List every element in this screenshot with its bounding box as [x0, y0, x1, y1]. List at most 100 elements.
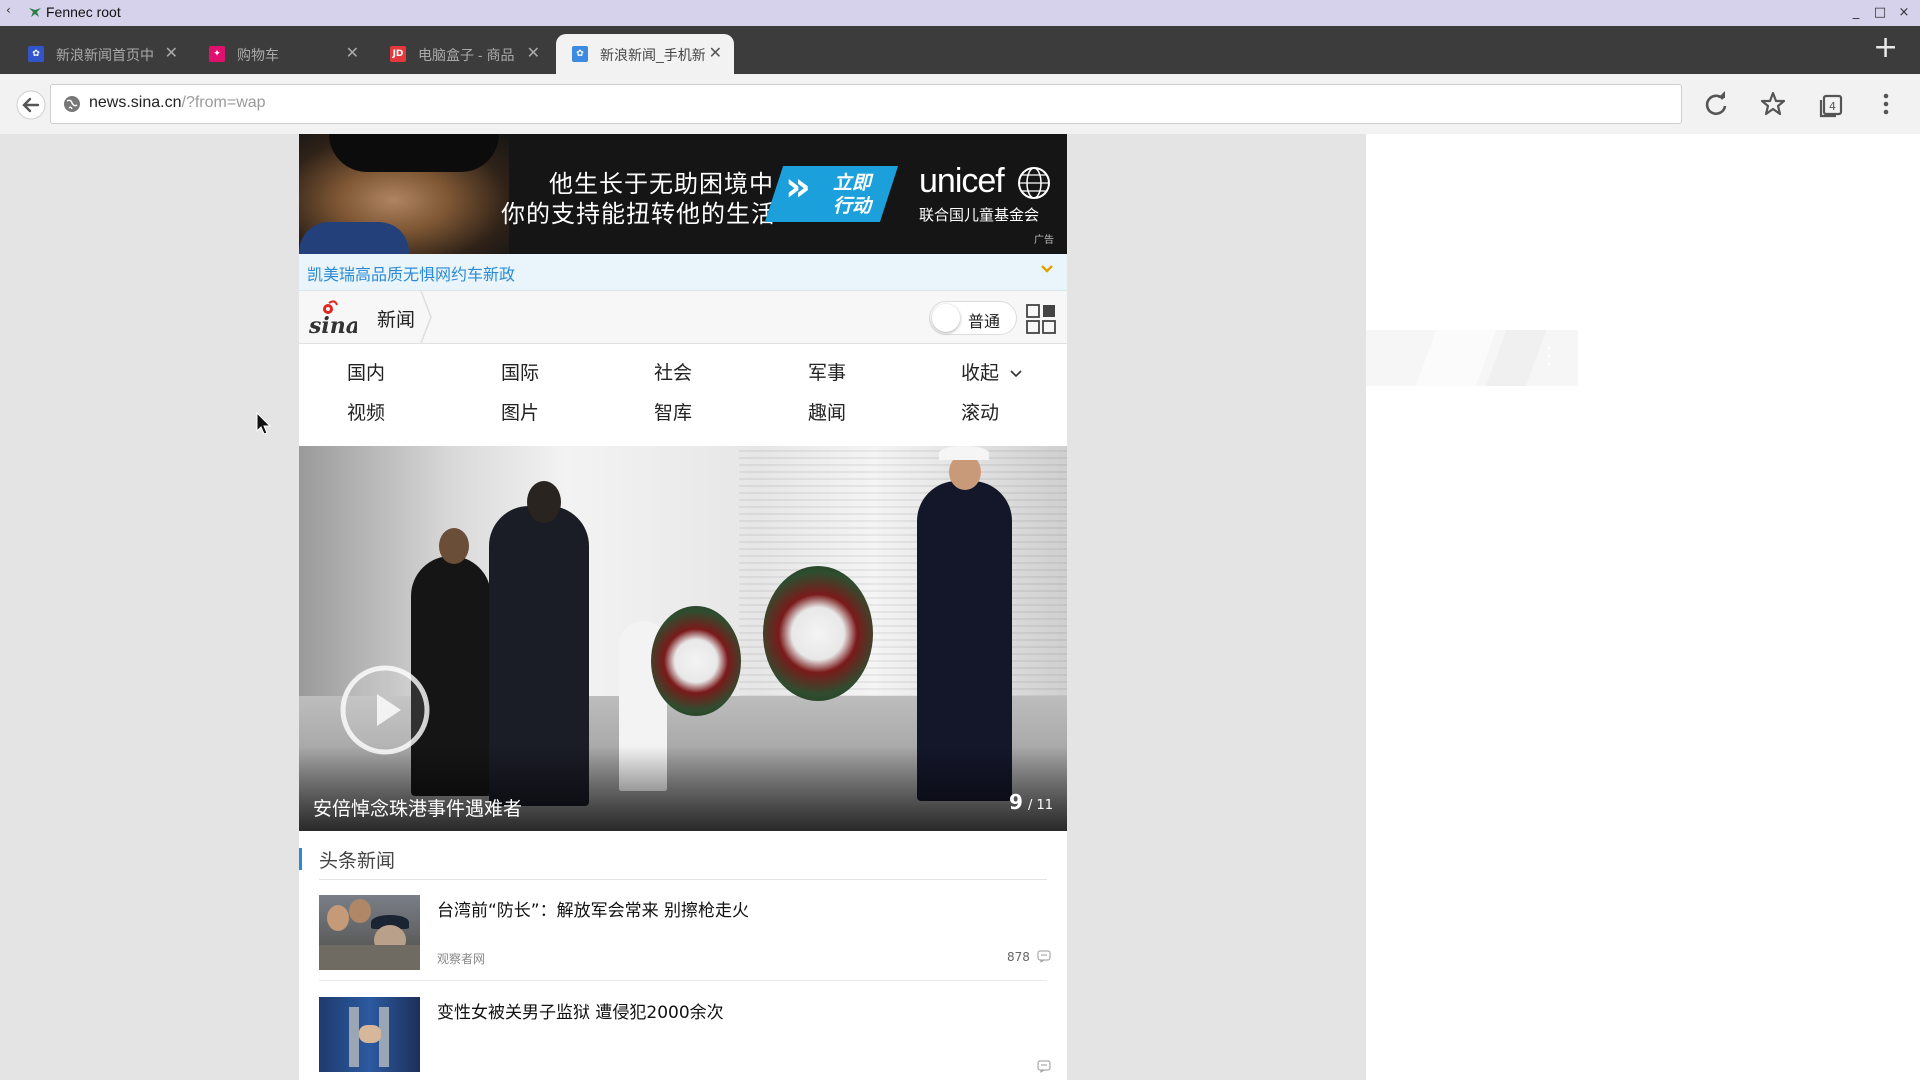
mouse-cursor-icon	[256, 412, 272, 435]
sina-news-icon: ✿	[572, 46, 588, 62]
right-blank-pane: · · ·	[1366, 134, 1920, 1080]
mode-label: 普通	[968, 312, 1001, 331]
news-title[interactable]: 变性女被关男子监狱 遭侵犯2000余次	[437, 998, 724, 1023]
bookmark-star-icon[interactable]	[1757, 88, 1789, 120]
news-thumbnail[interactable]	[319, 997, 420, 1072]
ad-cta-button[interactable]: 立即 行动	[833, 172, 871, 218]
toggle-knob	[932, 304, 960, 332]
window-title: Fennec root	[46, 4, 121, 20]
section-divider	[319, 879, 1047, 880]
unicef-wordmark: unicef	[919, 162, 1005, 200]
nav-item-domestic[interactable]: 国内	[347, 358, 385, 385]
section-accent-bar	[299, 848, 302, 870]
slide-counter: 9 / 11	[1009, 790, 1053, 814]
unicef-ad-banner[interactable]: 他生长于无助困境中 你的支持能扭转他的生活 » 立即 行动 unicef 联合国…	[299, 134, 1067, 254]
tab-count: 4	[1829, 100, 1836, 113]
browser-toolbar: news.sina.cn/?from=wap 4	[0, 74, 1920, 135]
nav-item-photos[interactable]: 图片	[501, 398, 539, 425]
sina-news-icon: ✿	[28, 46, 44, 62]
tab-label: 新浪新闻首页中	[56, 47, 154, 63]
comment-icon[interactable]	[1037, 1060, 1051, 1073]
sina-logo-icon[interactable]: sina	[307, 299, 357, 339]
ghost-overlay-panel: · · ·	[1366, 330, 1578, 386]
hero-slideshow[interactable]: 安倍悼念珠港事件遇难者 9 / 11	[299, 446, 1067, 831]
news-thumbnail[interactable]	[319, 895, 420, 970]
hero-wreath-1	[651, 606, 741, 716]
back-arrow-icon[interactable]	[16, 90, 46, 120]
channel-title: 新闻	[377, 309, 416, 331]
ad-label: 广告	[1034, 235, 1054, 246]
ghost-more-icon: · · ·	[1546, 336, 1553, 376]
nav-item-military[interactable]: 军事	[808, 358, 846, 385]
chevron-down-icon	[1010, 369, 1022, 377]
minimize-button[interactable]: _	[1846, 4, 1866, 22]
tab-sina-home[interactable]: ✿ 新浪新闻首页中 ✕	[12, 34, 190, 74]
fennec-app-icon	[29, 8, 41, 17]
ad-photo-coat	[299, 222, 409, 254]
nav-item-thinktank[interactable]: 智库	[654, 398, 692, 425]
hero-wreath-2	[763, 566, 873, 701]
tab-label: 电脑盒子 - 商品	[418, 47, 515, 63]
page-viewport[interactable]: · · · 他生长于无助困境中 你的支持能扭转他的生活 » 立即 行动 unicef…	[0, 134, 1920, 1080]
tabs-counter-icon[interactable]: 4	[1814, 88, 1846, 120]
nav-item-oddities[interactable]: 趣闻	[808, 398, 846, 425]
news-divider	[319, 980, 1047, 981]
mode-toggle[interactable]: 普通	[929, 301, 1017, 335]
slide-total: / 11	[1028, 798, 1054, 813]
hero-figure-2-head	[527, 481, 561, 523]
globe-icon	[64, 96, 80, 112]
nav-item-international[interactable]: 国际	[501, 358, 539, 385]
address-bar[interactable]: news.sina.cn/?from=wap	[50, 84, 1682, 124]
ad-chevrons-icon: »	[785, 164, 811, 210]
reload-icon[interactable]	[1700, 88, 1732, 120]
window-close-button[interactable]: ×	[1894, 4, 1914, 22]
headlines-section-header: 头条新闻	[299, 842, 1067, 882]
tab-close-icon[interactable]: ✕	[165, 43, 178, 62]
new-tab-button[interactable]: +	[1873, 33, 1898, 63]
tab-close-icon[interactable]: ✕	[346, 43, 359, 62]
ad-line-2: 你的支持能扭转他的生活	[501, 200, 776, 228]
hero-figure-1-head	[439, 528, 469, 564]
tab-strip: ✿ 新浪新闻首页中 ✕ ✦ 购物车 ✕ JD 电脑盒子 - 商品 ✕ ✿ 新浪新…	[0, 26, 1920, 74]
nav-item-rolling[interactable]: 滚动	[961, 398, 999, 425]
channel-nav: 国内 国际 社会 军事 收起 视频 图片 智库 趣闻 滚动	[299, 344, 1067, 430]
tab-jd-product[interactable]: JD 电脑盒子 - 商品 ✕	[374, 34, 552, 74]
jd-icon: JD	[390, 46, 406, 62]
site-header: sina 新闻 普通	[299, 291, 1067, 344]
news-title[interactable]: 台湾前“防长”：解放军会常来 别擦枪走火	[437, 896, 749, 921]
unicef-chinese-name: 联合国儿童基金会	[919, 206, 1040, 224]
tab-close-icon[interactable]: ✕	[709, 43, 722, 62]
nav-item-video[interactable]: 视频	[347, 398, 385, 425]
notice-bar[interactable]: 凯美瑞高品质无惧网约车新政	[299, 254, 1067, 291]
unicef-globe-icon	[1018, 167, 1050, 199]
nav-item-society[interactable]: 社会	[654, 358, 692, 385]
tab-label: 购物车	[237, 47, 279, 63]
nav-collapse-label: 收起	[961, 362, 1000, 384]
os-title-bar: ‹ Fennec root _ □ ×	[0, 0, 1920, 26]
ad-photo-hat	[329, 134, 499, 172]
nav-collapse-toggle[interactable]: 收起	[961, 358, 1023, 385]
os-back-icon[interactable]: ‹	[6, 3, 11, 17]
url-text[interactable]: news.sina.cn/?from=wap	[89, 94, 266, 112]
svg-text:sina: sina	[308, 313, 357, 339]
play-icon[interactable]	[339, 664, 431, 756]
tab-label: 新浪新闻_手机新浪	[600, 47, 705, 63]
hero-guard-cap	[939, 446, 989, 460]
chevron-down-icon[interactable]	[1039, 261, 1055, 277]
news-item[interactable]: 变性女被关男子监狱 遭侵犯2000余次	[319, 984, 1051, 1080]
tab-sina-news-mobile[interactable]: ✿ 新浪新闻_手机新浪 ✕	[556, 34, 734, 74]
ad-cta-line-1: 立即	[833, 172, 872, 194]
tab-shopping-cart[interactable]: ✦ 购物车 ✕	[193, 34, 371, 74]
cart-site-icon: ✦	[209, 46, 225, 62]
mobile-page-content: 他生长于无助困境中 你的支持能扭转他的生活 » 立即 行动 unicef 联合国…	[299, 134, 1067, 1080]
grid-menu-icon[interactable]	[1026, 304, 1056, 334]
section-title: 头条新闻	[319, 850, 396, 872]
comment-icon[interactable]	[1037, 950, 1051, 963]
tab-close-icon[interactable]: ✕	[527, 43, 540, 62]
menu-kebab-icon[interactable]	[1870, 88, 1902, 120]
hero-caption: 安倍悼念珠港事件遇难者	[313, 798, 523, 820]
notice-link[interactable]: 凯美瑞高品质无惧网约车新政	[307, 261, 515, 285]
maximize-button[interactable]: □	[1870, 4, 1890, 22]
news-item[interactable]: 台湾前“防长”：解放军会常来 别擦枪走火 观察者网 878	[319, 882, 1051, 982]
news-source: 观察者网	[437, 952, 486, 966]
